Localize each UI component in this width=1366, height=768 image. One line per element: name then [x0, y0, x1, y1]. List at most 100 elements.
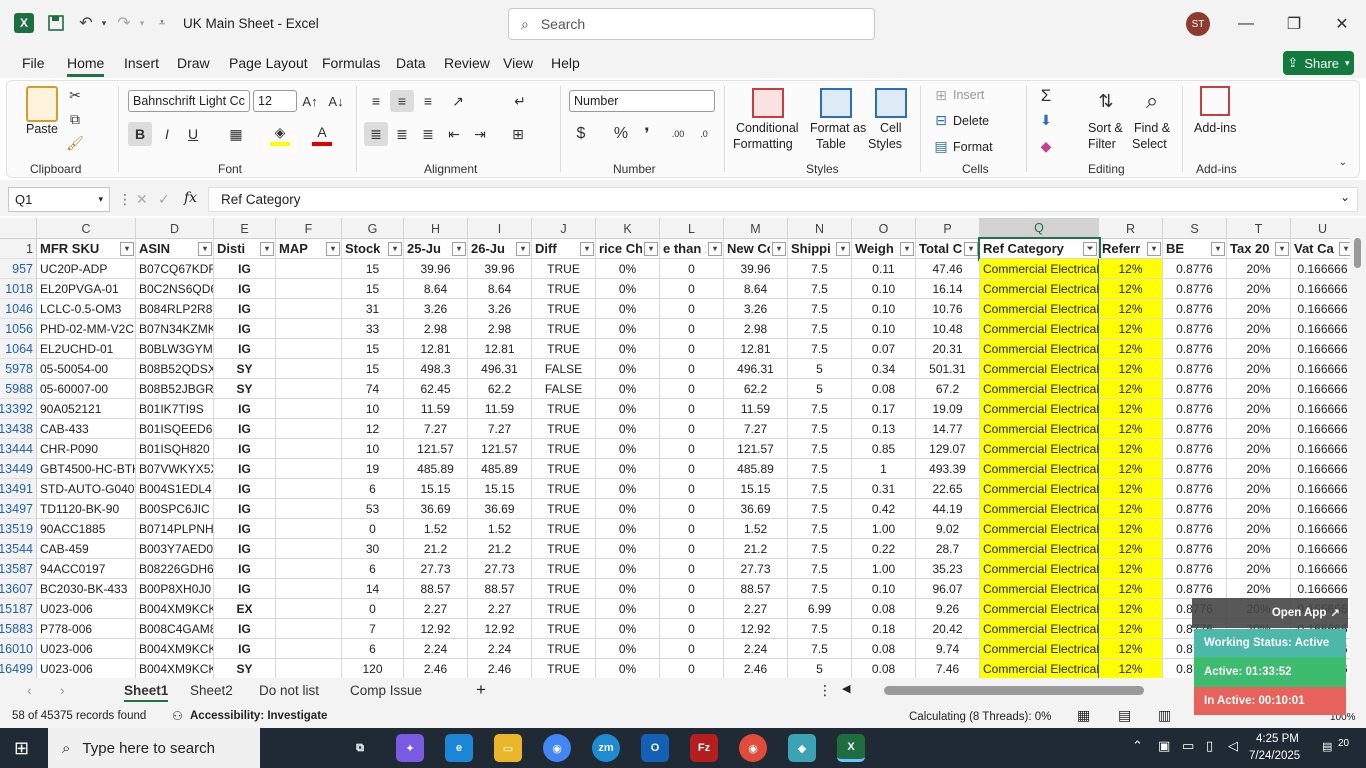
cell[interactable]: 62.45	[404, 379, 468, 399]
add-sheet-icon[interactable]: +	[476, 680, 486, 700]
cell[interactable]: 05-50054-00	[37, 359, 136, 379]
cell[interactable]: 0.10	[852, 319, 916, 339]
cell[interactable]: 36.69	[724, 499, 788, 519]
cell[interactable]	[276, 439, 342, 459]
cell[interactable]: 0.10	[852, 279, 916, 299]
cell[interactable]: 0	[660, 619, 724, 639]
cell[interactable]: 0	[660, 579, 724, 599]
cell[interactable]: 0.34	[852, 359, 916, 379]
cell[interactable]: IG	[214, 259, 276, 279]
header-cell[interactable]: Ref Category ⏷	[978, 237, 1101, 261]
cell[interactable]: IG	[214, 279, 276, 299]
cell[interactable]: 12	[342, 419, 404, 439]
cell[interactable]: 5	[788, 359, 852, 379]
cell[interactable]: IG	[214, 319, 276, 339]
header-cell[interactable]: MFR SKU ▾	[37, 239, 136, 259]
cell[interactable]: 20%	[1227, 359, 1291, 379]
header-cell[interactable]: Tax 20 ▾	[1227, 239, 1291, 259]
cell[interactable]: 5	[788, 379, 852, 399]
clear-icon[interactable]: ◆	[1036, 136, 1056, 156]
cell[interactable]: 0.8776	[1163, 319, 1227, 339]
row-number[interactable]: 13491	[0, 479, 37, 499]
worksheet-grid[interactable]: CDEFGHIJKLMNOPQRSTU 1 MFR SKU ▾ ASIN ▾ Disti ▾…	[0, 218, 1355, 679]
cell[interactable]: 88.57	[468, 579, 532, 599]
cell[interactable]	[276, 259, 342, 279]
cell[interactable]: 12%	[1099, 659, 1163, 679]
cell[interactable]: 35.23	[916, 559, 980, 579]
cell[interactable]: 0%	[596, 559, 660, 579]
insert-cells-label[interactable]: Insert	[953, 88, 984, 102]
cell[interactable]: 0	[660, 519, 724, 539]
volume-icon[interactable]: ◁	[1228, 738, 1238, 754]
increase-font-icon[interactable]: A↑	[301, 92, 319, 110]
save-icon[interactable]	[46, 13, 66, 33]
wrap-text-icon[interactable]: ↵	[510, 90, 530, 112]
cell[interactable]: 12%	[1099, 379, 1163, 399]
cell[interactable]: 8.64	[724, 279, 788, 299]
filter-dropdown-icon[interactable]: ▾	[388, 241, 402, 256]
menu-formulas[interactable]: Formulas	[322, 55, 380, 71]
cell[interactable]: 11.59	[724, 399, 788, 419]
column-header[interactable]: G	[342, 218, 404, 239]
cell[interactable]: 0%	[596, 379, 660, 399]
filter-dropdown-icon[interactable]: ▾	[1275, 241, 1289, 256]
cell[interactable]: Commercial Electrical a	[980, 259, 1099, 279]
cell[interactable]: 2.98	[468, 319, 532, 339]
cell[interactable]: 36.69	[468, 499, 532, 519]
cell[interactable]: B01IK7TI9S	[136, 399, 214, 419]
cell[interactable]: 15.15	[468, 479, 532, 499]
column-header[interactable]: D	[136, 218, 214, 239]
normal-view-icon[interactable]: ▦	[1077, 707, 1090, 724]
page-layout-view-icon[interactable]: ▤	[1118, 707, 1131, 724]
cell[interactable]: 7.27	[468, 419, 532, 439]
delete-cells-icon[interactable]: ⊟	[932, 112, 950, 128]
cell[interactable]: 485.89	[724, 459, 788, 479]
cell[interactable]: Commercial Electrical a	[980, 279, 1099, 299]
cell[interactable]: 7.5	[788, 259, 852, 279]
cell[interactable]: B004XM9KCK	[136, 599, 214, 619]
cell[interactable]: 0	[342, 599, 404, 619]
copilot-icon[interactable]: ✦	[396, 734, 424, 762]
cell[interactable]: IG	[214, 639, 276, 659]
cell[interactable]	[276, 319, 342, 339]
cell[interactable]	[276, 299, 342, 319]
cell[interactable]: 0	[660, 279, 724, 299]
cell[interactable]: 62.2	[468, 379, 532, 399]
cell[interactable]: TRUE	[532, 599, 596, 619]
cell[interactable]: B08B52QDSX	[136, 359, 214, 379]
cell[interactable]: TRUE	[532, 419, 596, 439]
cell[interactable]: 20.31	[916, 339, 980, 359]
cell[interactable]: 27.73	[724, 559, 788, 579]
cell[interactable]: 21.2	[404, 539, 468, 559]
cell[interactable]: 20%	[1227, 539, 1291, 559]
cell[interactable]: 0.08	[852, 379, 916, 399]
menu-draw[interactable]: Draw	[177, 55, 210, 71]
cell[interactable]: 20%	[1227, 559, 1291, 579]
cell[interactable]	[276, 659, 342, 679]
edge-icon[interactable]: e	[445, 734, 473, 762]
find-select-icon[interactable]: ⌕	[1136, 86, 1168, 116]
cell[interactable]: 2.46	[468, 659, 532, 679]
scroll-tabs-right-icon[interactable]: ›	[60, 682, 65, 698]
cell[interactable]: B01ISQH820	[136, 439, 214, 459]
cell[interactable]: 30	[342, 539, 404, 559]
align-bottom-icon[interactable]: ≡	[418, 90, 438, 112]
format-as-table-label-2[interactable]: Table	[816, 137, 846, 151]
column-header[interactable]: O	[852, 218, 916, 239]
cell[interactable]: B07VWKYX5X	[136, 459, 214, 479]
cell[interactable]: 21.2	[724, 539, 788, 559]
cell[interactable]: Commercial Electrical a	[980, 339, 1099, 359]
cell[interactable]: 7.5	[788, 639, 852, 659]
cell[interactable]: 7.5	[788, 499, 852, 519]
cell[interactable]: IG	[214, 419, 276, 439]
cell[interactable]: 0%	[596, 499, 660, 519]
cell[interactable]: 0	[660, 499, 724, 519]
header-cell[interactable]: MAP ▾	[276, 239, 342, 259]
cell[interactable]: 67.2	[916, 379, 980, 399]
cell[interactable]: 7.5	[788, 519, 852, 539]
row-number[interactable]: 13392	[0, 399, 37, 419]
cell[interactable]: TRUE	[532, 519, 596, 539]
cell[interactable]: 0.166666	[1291, 479, 1355, 499]
tab-options-icon[interactable]: ⋮	[818, 682, 832, 699]
cell[interactable]: 1.52	[468, 519, 532, 539]
